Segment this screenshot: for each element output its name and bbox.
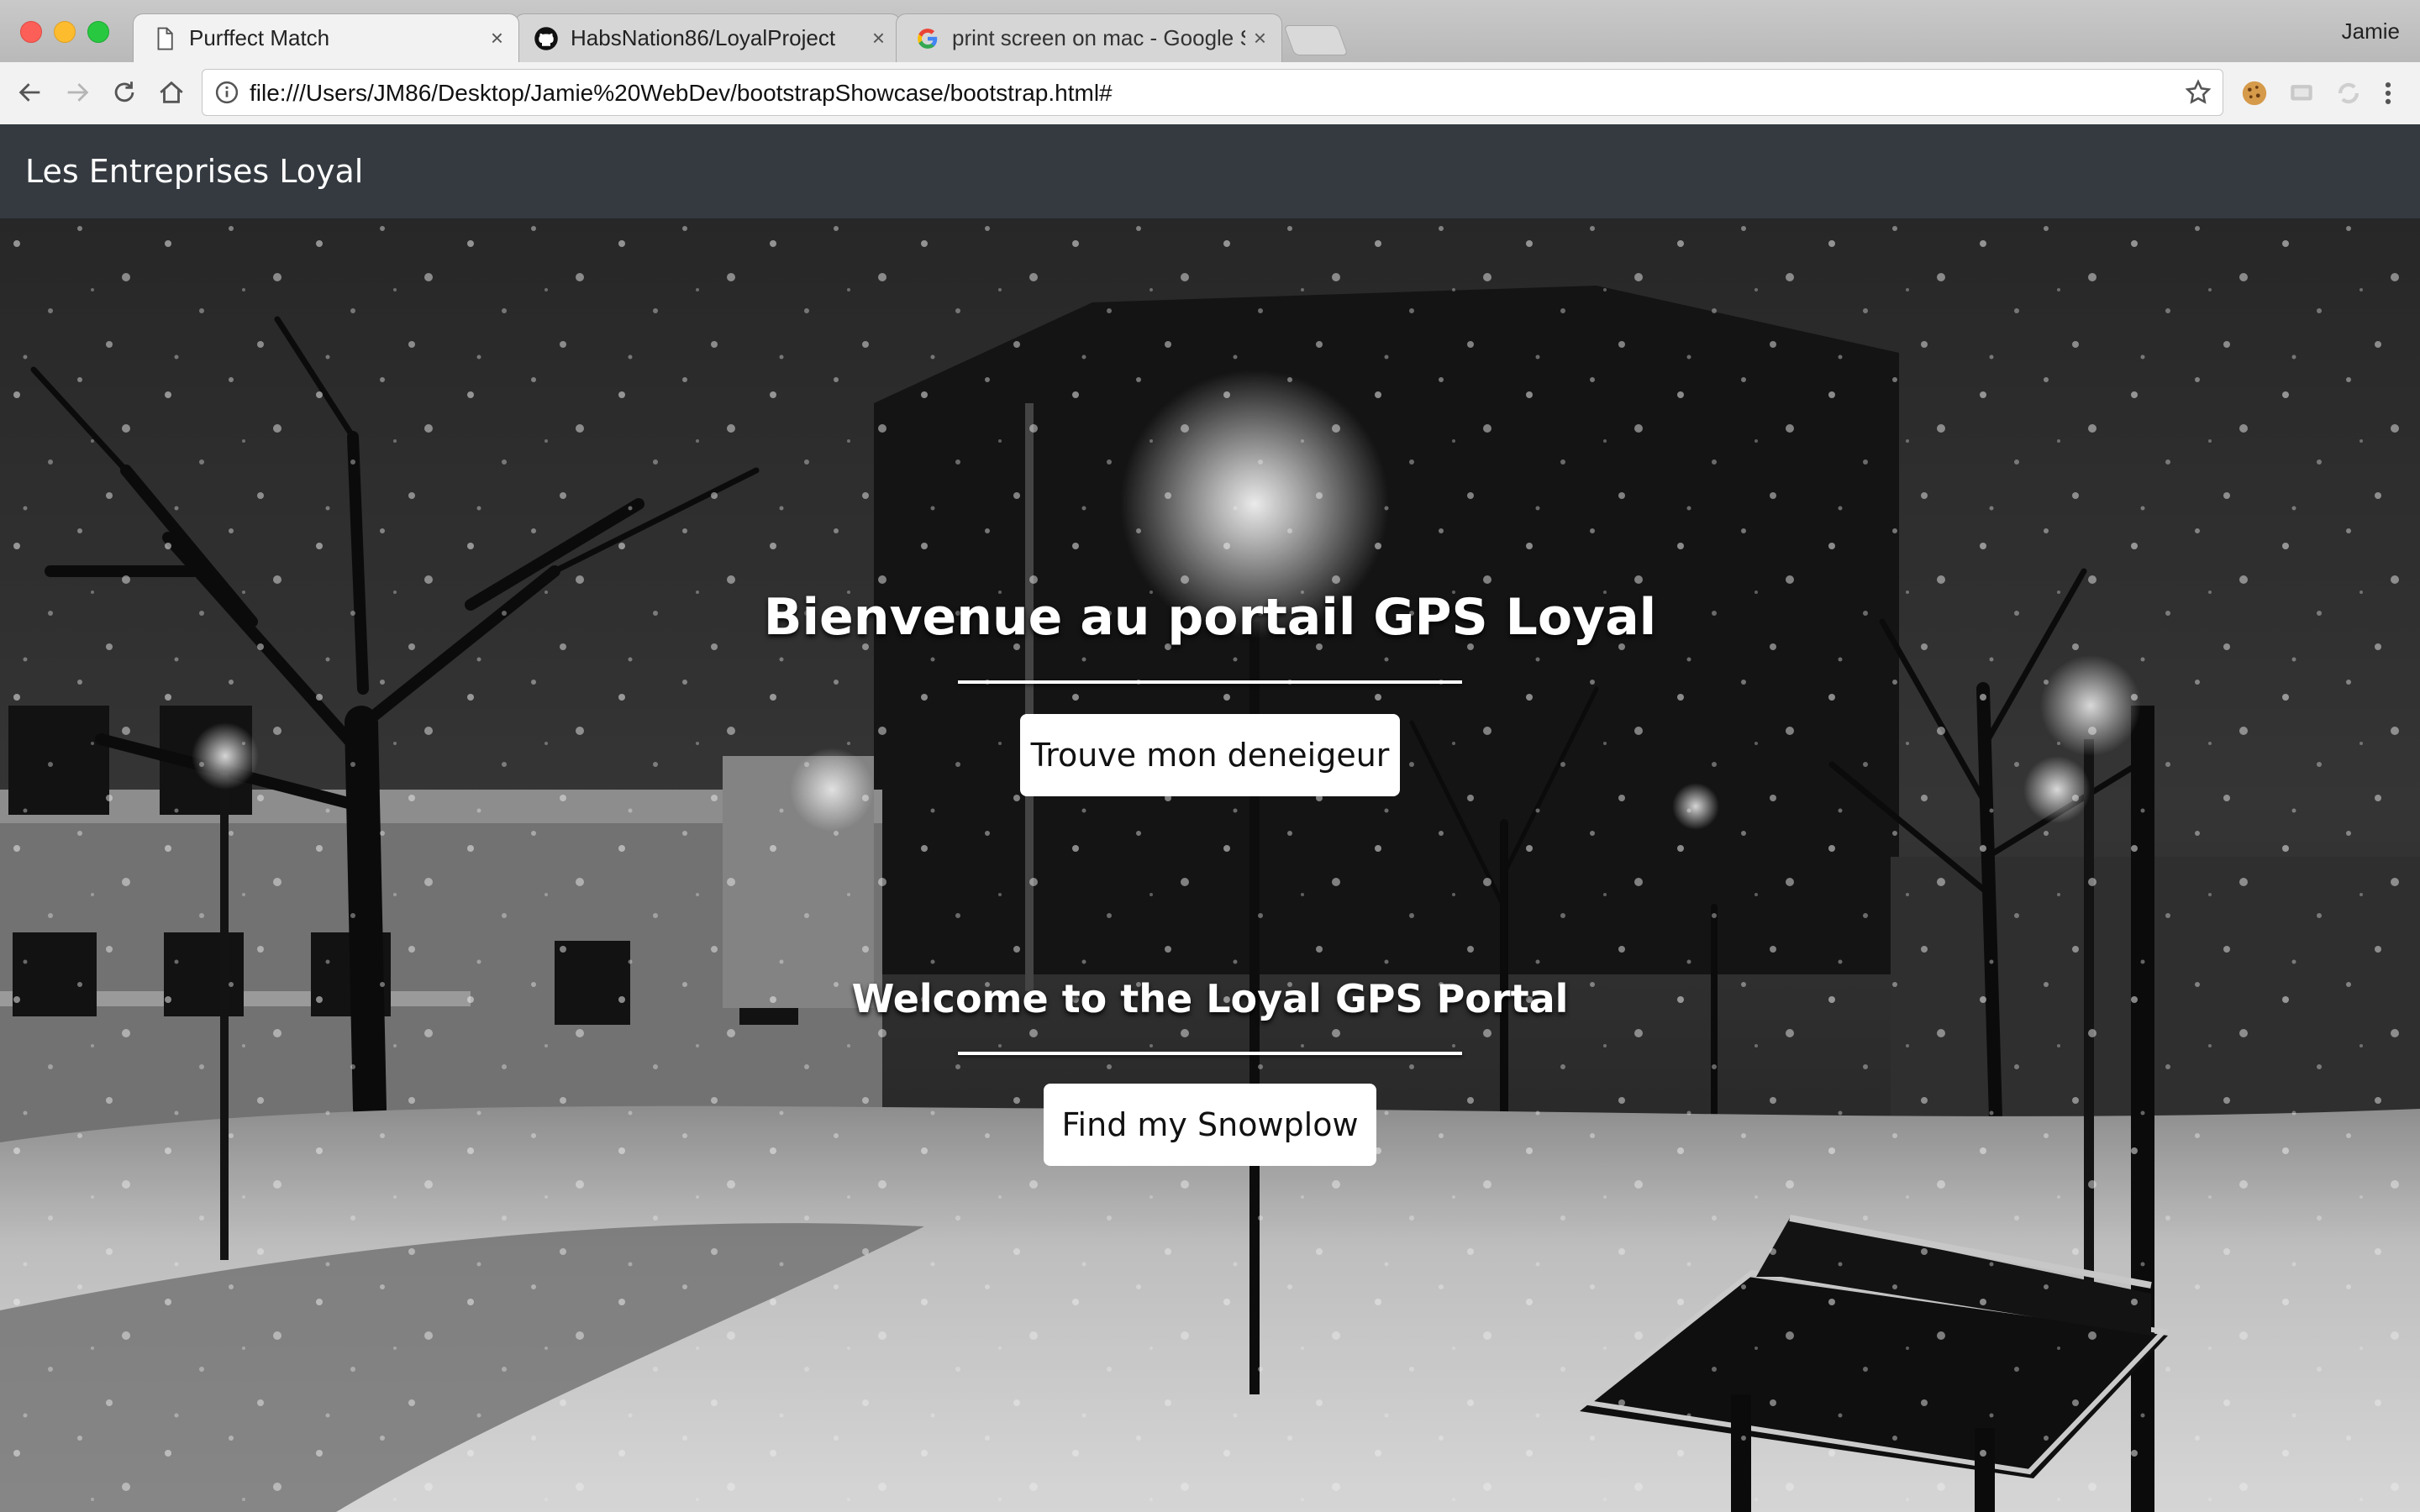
info-icon[interactable] [214, 80, 239, 105]
sync-extension-icon[interactable] [2334, 79, 2363, 108]
reload-button[interactable] [106, 74, 143, 111]
tab-google-search[interactable]: print screen on mac - Google S × [896, 13, 1282, 62]
address-bar[interactable]: file:///Users/JM86/Desktop/Jamie%20WebDe… [202, 69, 2223, 116]
tab-close-icon[interactable]: × [872, 25, 885, 51]
find-snowplow-button-en[interactable]: Find my Snowplow [1044, 1084, 1376, 1166]
reload-icon [114, 81, 134, 102]
hero-heading-en: Welcome to the Loyal GPS Portal [851, 976, 1569, 1021]
divider-line [958, 680, 1462, 684]
tab-strip: Purffect Match × HabsNation86/LoyalProje… [0, 0, 2420, 62]
hero-heading-fr: Bienvenue au portail GPS Loyal [763, 588, 1657, 647]
tab-title: print screen on mac - Google S [952, 25, 1245, 50]
cookie-extension-icon[interactable] [2240, 79, 2269, 108]
tab-close-icon[interactable]: × [491, 25, 503, 51]
tab-title: HabsNation86/LoyalProject [571, 25, 836, 50]
arrow-left-icon [18, 83, 40, 102]
new-tab-button[interactable] [1283, 25, 1349, 55]
document-icon [157, 27, 173, 50]
github-icon [534, 26, 558, 50]
bookmark-star-icon[interactable] [2184, 78, 2212, 107]
back-button[interactable] [12, 74, 49, 111]
tab-purrfect-match[interactable]: Purffect Match × [133, 13, 519, 62]
tab-title: Purffect Match [189, 25, 330, 50]
menu-kebab-icon[interactable] [2378, 79, 2398, 108]
web-page: Les Entreprises Loyal Bienvenue au porta… [0, 124, 2420, 1512]
navbar-brand[interactable]: Les Entreprises Loyal [25, 124, 363, 218]
find-snowplow-button-fr[interactable]: Trouve mon deneigeur [1020, 714, 1400, 796]
google-icon [918, 28, 938, 49]
window-minimize-button[interactable] [54, 21, 76, 43]
window-maximize-button[interactable] [87, 21, 109, 43]
home-button[interactable] [153, 74, 190, 111]
arrow-right-icon [67, 83, 89, 102]
tab-github[interactable]: HabsNation86/LoyalProject × [514, 13, 901, 62]
cast-extension-icon[interactable] [2287, 79, 2316, 108]
navbar: Les Entreprises Loyal [0, 124, 2420, 218]
tab-close-icon[interactable]: × [1254, 25, 1266, 51]
home-icon [160, 81, 183, 103]
profile-name[interactable]: Jamie [2342, 18, 2400, 45]
window-close-button[interactable] [20, 21, 42, 43]
url-text: file:///Users/JM86/Desktop/Jamie%20WebDe… [250, 80, 1113, 106]
forward-button[interactable] [59, 74, 96, 111]
divider-line [958, 1052, 1462, 1055]
hero-section: Bienvenue au portail GPS Loyal Trouve mo… [0, 218, 2420, 1512]
snowy-park-night-photo [0, 218, 2420, 1512]
browser-toolbar: file:///Users/JM86/Desktop/Jamie%20WebDe… [0, 62, 2420, 125]
